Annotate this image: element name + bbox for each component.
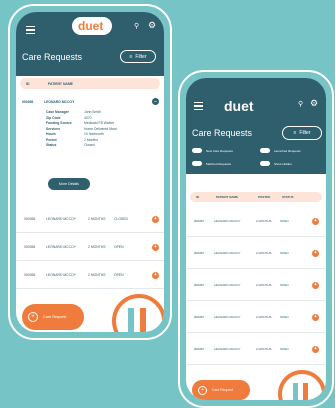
page-title: Care Requests <box>192 128 253 138</box>
filter-button[interactable]: ≡ Filter <box>282 126 322 140</box>
search-icon[interactable]: ⚲ <box>298 100 303 108</box>
status-badge: OPEN <box>280 251 289 255</box>
status-badge: OPEN <box>280 283 289 287</box>
toggle-new-care-requests[interactable]: New Care Requests <box>192 148 233 153</box>
settings-icon[interactable]: ⚙ <box>310 98 318 109</box>
expand-button[interactable]: + <box>312 313 319 321</box>
table-row[interactable]: 000356 LEONARD MCCOY 2 MONTHS OPEN + <box>186 206 326 237</box>
row-name: LEONARD MCCOY <box>44 100 75 104</box>
duet-watermark-icon <box>112 294 164 332</box>
expand-button[interactable]: + <box>152 215 159 223</box>
toggle-show-hidden[interactable]: Show Hidden <box>260 161 292 166</box>
expand-button[interactable]: + <box>312 281 319 289</box>
menu-icon[interactable] <box>26 24 35 36</box>
toggle-matched-requests[interactable]: Matched Requests <box>192 161 231 166</box>
settings-icon[interactable]: ⚙ <box>148 20 156 31</box>
table-header: ID PATIENT NAME <box>20 78 160 89</box>
more-details-button[interactable]: More Details <box>48 178 90 190</box>
col-status: STATUS <box>282 195 294 199</box>
toggle-launched-requests[interactable]: Launched Requests <box>260 148 301 153</box>
status-badge: OPEN <box>280 347 289 351</box>
col-patient-name: PATIENT NAME <box>48 81 73 86</box>
status-badge: OPEN <box>280 315 289 319</box>
expand-button[interactable]: + <box>312 217 319 225</box>
right-phone: duet ⚲ ⚙ Care Requests ≡ Filter New Care … <box>178 70 334 408</box>
duet-watermark-icon <box>278 370 326 400</box>
duet-logo: duet <box>224 98 254 114</box>
left-phone: duet ⚲ ⚙ Care Requests ≡ Filter ID PATIEN… <box>8 4 172 340</box>
table-row[interactable]: 000356 LEONARD MCCOY 2 MONTHS OPEN + <box>186 302 326 333</box>
table-row[interactable]: 000356 LEONARD MCCOY 2 MONTHS OPEN + <box>186 270 326 301</box>
plus-icon: + <box>198 385 207 395</box>
expand-button[interactable]: + <box>312 249 319 257</box>
right-header: duet ⚲ ⚙ Care Requests ≡ Filter New Care … <box>186 78 326 174</box>
left-screen: duet ⚲ ⚙ Care Requests ≡ Filter ID PATIEN… <box>16 12 164 332</box>
plus-icon: + <box>28 312 38 322</box>
new-care-request-button[interactable]: + Care Request <box>22 304 84 330</box>
page-title: Care Requests <box>22 52 83 62</box>
table-row[interactable]: 000356 LEONARD MCCOY 2 MONTHS OPEN + <box>16 262 164 289</box>
table-row[interactable]: 000356 LEONARD MCCOY 2 MONTHS OPEN + <box>186 238 326 269</box>
table-row[interactable]: 000356 LEONARD MCCOY 2 MONTHS CLOSED + <box>16 206 164 233</box>
expand-button[interactable]: + <box>152 243 159 251</box>
status-badge: CLOSED <box>114 217 128 221</box>
status-badge: OPEN <box>114 273 124 277</box>
status-badge: OPEN <box>114 245 124 249</box>
table-row[interactable]: 000356 LEONARD MCCOY 2 MONTHS OPEN + <box>16 234 164 261</box>
expanded-row: 000356 LEONARD MCCOY – Case Manager John … <box>20 94 160 194</box>
col-posted: POSTED <box>258 195 271 199</box>
filter-icon: ≡ <box>129 53 133 60</box>
right-screen: duet ⚲ ⚙ Care Requests ≡ Filter New Care … <box>186 78 326 400</box>
filter-button[interactable]: ≡ Filter <box>120 50 156 63</box>
new-care-request-button[interactable]: + Care Request <box>192 380 250 400</box>
search-icon[interactable]: ⚲ <box>134 22 139 30</box>
collapse-button[interactable]: – <box>152 98 159 105</box>
row-id: 000356 <box>22 100 34 104</box>
table-header: ID PATIENT NAME POSTED STATUS <box>190 192 322 202</box>
table-row[interactable]: 000356 LEONARD MCCOY 2 MONTHS OPEN + <box>186 334 326 365</box>
logo-pill: duet <box>72 17 112 35</box>
expand-button[interactable]: + <box>152 271 159 279</box>
col-id: ID <box>26 81 30 86</box>
col-patient-name: PATIENT NAME <box>216 195 239 199</box>
left-header: duet ⚲ ⚙ Care Requests ≡ Filter <box>16 12 164 76</box>
filter-icon: ≡ <box>293 130 297 136</box>
col-id: ID <box>196 195 199 199</box>
expand-button[interactable]: + <box>312 345 319 353</box>
status-badge: OPEN <box>280 219 289 223</box>
menu-icon[interactable] <box>194 100 203 112</box>
duet-logo: duet <box>78 19 104 33</box>
